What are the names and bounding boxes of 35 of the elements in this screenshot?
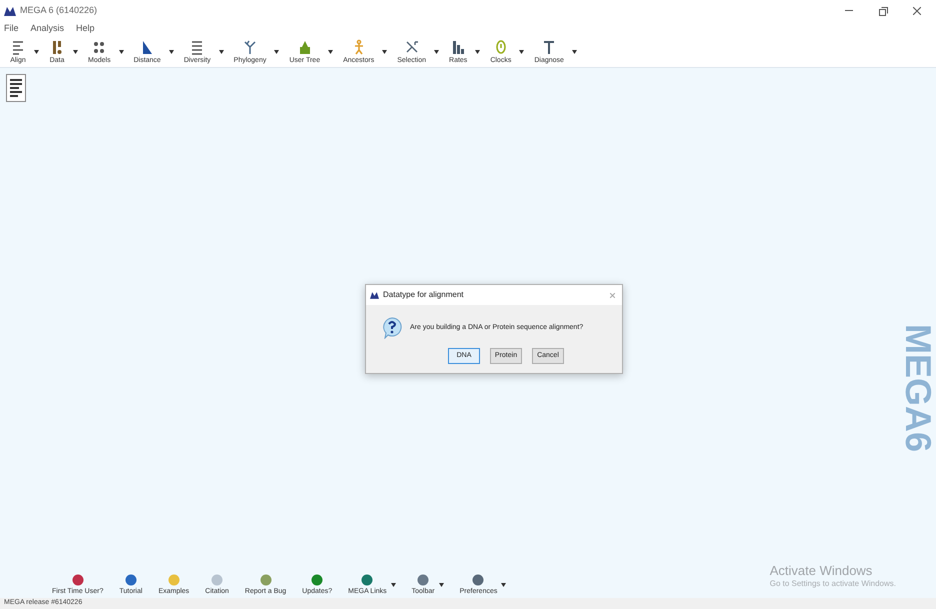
dropdown-arrow-icon[interactable] — [501, 582, 506, 586]
activation-subtitle: Go to Settings to activate Windows. — [770, 578, 896, 590]
dropdown-arrow-icon[interactable] — [274, 50, 280, 54]
dropdown-arrow-icon[interactable] — [73, 50, 78, 54]
dropdown-arrow-icon[interactable] — [475, 50, 480, 54]
dropdown-arrow-icon[interactable] — [34, 50, 39, 54]
dropdown-arrow-icon[interactable] — [118, 50, 124, 54]
brand-watermark: MEGA6 — [897, 324, 936, 452]
dropdown-arrow-icon[interactable] — [218, 50, 224, 54]
app-logo-icon — [4, 6, 16, 16]
question-icon — [382, 317, 402, 339]
bars-icon — [450, 39, 466, 56]
dialog-title: Datatype for alignment — [383, 289, 464, 301]
tree-icon — [242, 39, 258, 56]
notes-button[interactable] — [6, 74, 26, 102]
ball-icon — [72, 573, 84, 587]
menu-item[interactable]: File — [4, 22, 19, 36]
activation-title: Activate Windows — [770, 563, 874, 578]
dropdown-arrow-icon[interactable] — [572, 50, 577, 54]
dropdown-arrow-icon[interactable] — [328, 50, 334, 54]
dropdown-arrow-icon[interactable] — [390, 582, 396, 586]
close-icon — [610, 292, 614, 298]
dropdown-arrow-icon[interactable] — [519, 50, 524, 54]
dropdown-arrow-icon[interactable] — [168, 50, 174, 54]
dropdown-arrow-icon[interactable] — [434, 50, 440, 54]
dropdown-arrow-icon[interactable] — [382, 50, 388, 54]
close-icon — [913, 7, 921, 15]
restore-icon — [878, 6, 888, 16]
app-logo-icon — [370, 292, 379, 298]
lines-icon — [10, 39, 26, 56]
menu-item[interactable]: Help — [76, 22, 95, 36]
menu-item[interactable]: Analysis — [30, 22, 64, 36]
dropdown-arrow-icon[interactable] — [438, 582, 444, 586]
window-title: MEGA 6 (6140226) — [20, 4, 98, 18]
minimize-icon — [845, 10, 853, 12]
